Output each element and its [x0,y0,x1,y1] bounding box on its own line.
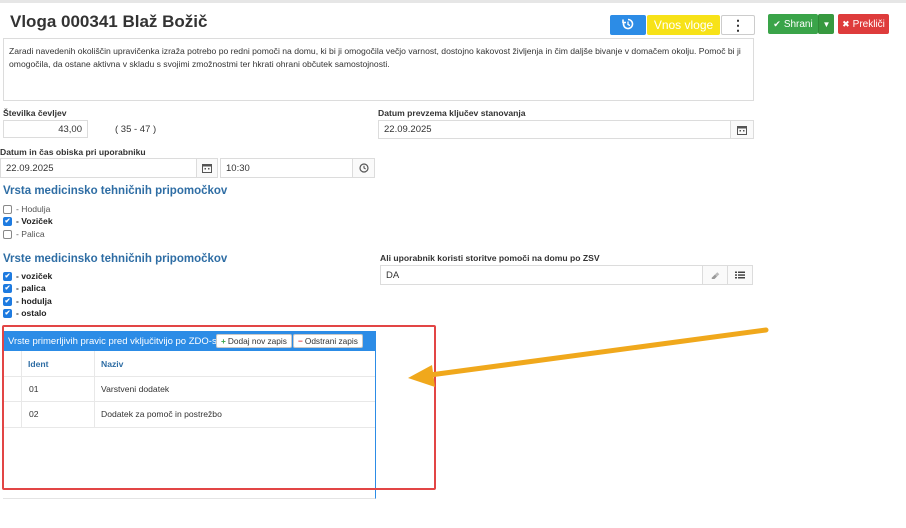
annotation-arrow-icon [408,327,769,387]
